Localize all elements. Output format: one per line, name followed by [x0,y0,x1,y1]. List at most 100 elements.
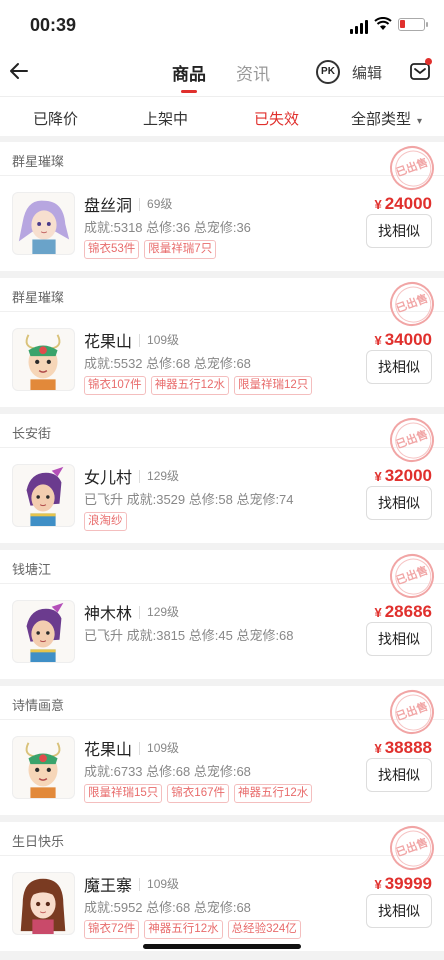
edit-button[interactable]: 编辑 [352,62,382,83]
filter-reduced[interactable]: 已降价 [33,108,78,129]
level-label: 69级 [139,197,172,211]
price-label: ¥34000 [374,330,432,350]
tag-list: 锦衣107件 神器五行12水 限量祥瑞12只 [84,376,313,395]
status-bar: 00:39 [0,0,444,50]
price-value: 32000 [384,466,432,485]
tag-list: 锦衣72件 神器五行12水 总经验324亿 [84,920,301,939]
price-value: 38888 [384,738,432,757]
attribute-tag: 锦衣72件 [84,920,140,939]
battery-icon [398,18,428,31]
find-similar-button[interactable]: 找相似 [366,894,432,928]
title-row: 女儿村 129级 [84,464,179,488]
filter-bar: 已降价 上架中 已失效 全部类型 [0,96,444,136]
level-label: 129级 [139,605,179,619]
currency-symbol: ¥ [374,197,382,212]
price-value: 39999 [384,874,432,893]
price-label: ¥32000 [374,466,432,486]
price-label: ¥28686 [374,602,432,622]
title-row: 花果山 109级 [84,736,179,760]
wifi-icon [374,17,392,30]
server-name: 女儿村 [84,470,133,487]
find-similar-button[interactable]: 找相似 [366,214,432,248]
stats-text: 成就:5952 总修:68 总宠修:68 [84,900,251,915]
listing-card[interactable]: 群星璀璨 已出售 花果山 109级 成就:5532 总修:68 总宠修:68 锦… [0,275,444,407]
server-name: 花果山 [84,334,133,351]
attribute-tag: 限量祥瑞7只 [144,240,217,259]
home-indicator [143,944,301,949]
status-time: 00:39 [30,15,77,35]
attribute-tag: 总经验324亿 [227,920,301,939]
back-arrow-icon[interactable] [8,60,30,82]
stats-text: 已飞升 成就:3815 总修:45 总宠修:68 [84,628,294,643]
signal-icon [350,20,370,34]
attribute-tag: 浪淘纱 [84,512,127,531]
title-row: 盘丝洞 69级 [84,192,172,216]
attribute-tag: 限量祥瑞12只 [233,376,313,395]
attribute-tag: 限量祥瑞15只 [84,784,163,803]
tag-list: 浪淘纱 [84,512,127,531]
attribute-tag: 神器五行12水 [150,376,229,395]
find-similar-button[interactable]: 找相似 [366,758,432,792]
tag-list: 锦衣53件 限量祥瑞7只 [84,240,217,259]
title-row: 花果山 109级 [84,328,179,352]
server-name: 盘丝洞 [84,198,133,215]
title-row: 魔王寨 109级 [84,872,179,896]
title-row: 神木林 129级 [84,600,179,624]
server-name: 神木林 [84,606,133,623]
listing-card[interactable]: 群星璀璨 已出售 盘丝洞 69级 成就:5318 总修:36 总宠修:36 锦衣… [0,139,444,271]
unread-dot [425,58,432,65]
listing-list: 群星璀璨 已出售 盘丝洞 69级 成就:5318 总修:36 总宠修:36 锦衣… [0,139,444,958]
listing-card[interactable]: 长安街 已出售 女儿村 129级 已飞升 成就:3529 总修:58 总宠修:7… [0,411,444,543]
currency-symbol: ¥ [374,333,382,348]
attribute-tag: 神器五行12水 [233,784,313,803]
attribute-tag: 锦衣167件 [167,784,229,803]
stats-text: 成就:5532 总修:68 总宠修:68 [84,356,251,371]
find-similar-button[interactable]: 找相似 [366,622,432,656]
listing-card[interactable]: 诗情画意 已出售 花果山 109级 成就:6733 总修:68 总宠修:68 限… [0,683,444,815]
stats-text: 成就:6733 总修:68 总宠修:68 [84,764,251,779]
level-label: 129级 [139,469,179,483]
stats-text: 已飞升 成就:3529 总修:58 总宠修:74 [84,492,294,507]
currency-symbol: ¥ [374,877,382,892]
server-group-label: 群星璀璨 [0,278,444,312]
price-value: 24000 [384,194,432,213]
listing-card[interactable]: 钱塘江 已出售 神木林 129级 已飞升 成就:3815 总修:45 总宠修:6… [0,547,444,679]
server-group-label: 长安街 [0,414,444,448]
price-label: ¥38888 [374,738,432,758]
attribute-tag: 神器五行12水 [144,920,223,939]
character-monkey-king-avatar [12,328,75,391]
price-label: ¥39999 [374,874,432,894]
price-value: 34000 [384,330,432,349]
nav-bar: 商品 资讯 PK 编辑 [0,50,444,96]
level-label: 109级 [139,877,179,891]
level-label: 109级 [139,333,179,347]
tag-list: 限量祥瑞15只 锦衣167件 神器五行12水 [84,784,313,803]
price-value: 28686 [384,602,432,621]
attribute-tag: 锦衣107件 [84,376,146,395]
server-group-label: 钱塘江 [0,550,444,584]
filter-expired[interactable]: 已失效 [254,108,299,129]
currency-symbol: ¥ [374,605,382,620]
filter-all-types-dropdown[interactable]: 全部类型 [351,108,422,129]
find-similar-button[interactable]: 找相似 [366,350,432,384]
listing-card[interactable]: 生日快乐 已出售 魔王寨 109级 成就:5952 总修:68 总宠修:68 锦… [0,819,444,951]
level-label: 109级 [139,741,179,755]
tab-news[interactable]: 资讯 [236,60,270,85]
character-purple-hair-avatar [12,192,75,255]
server-group-label: 生日快乐 [0,822,444,856]
currency-symbol: ¥ [374,741,382,756]
pk-compare-icon[interactable]: PK [316,60,340,84]
filter-listed[interactable]: 上架中 [143,108,188,129]
server-group-label: 诗情画意 [0,686,444,720]
server-name: 魔王寨 [84,878,133,895]
character-girl-brown-hair-avatar [12,872,75,935]
tab-goods[interactable]: 商品 [172,60,206,93]
character-female-warrior-avatar [12,600,75,663]
character-female-warrior-avatar [12,464,75,527]
currency-symbol: ¥ [374,469,382,484]
server-group-label: 群星璀璨 [0,142,444,176]
find-similar-button[interactable]: 找相似 [366,486,432,520]
server-name: 花果山 [84,742,133,759]
attribute-tag: 锦衣53件 [84,240,140,259]
character-monkey-king-avatar [12,736,75,799]
